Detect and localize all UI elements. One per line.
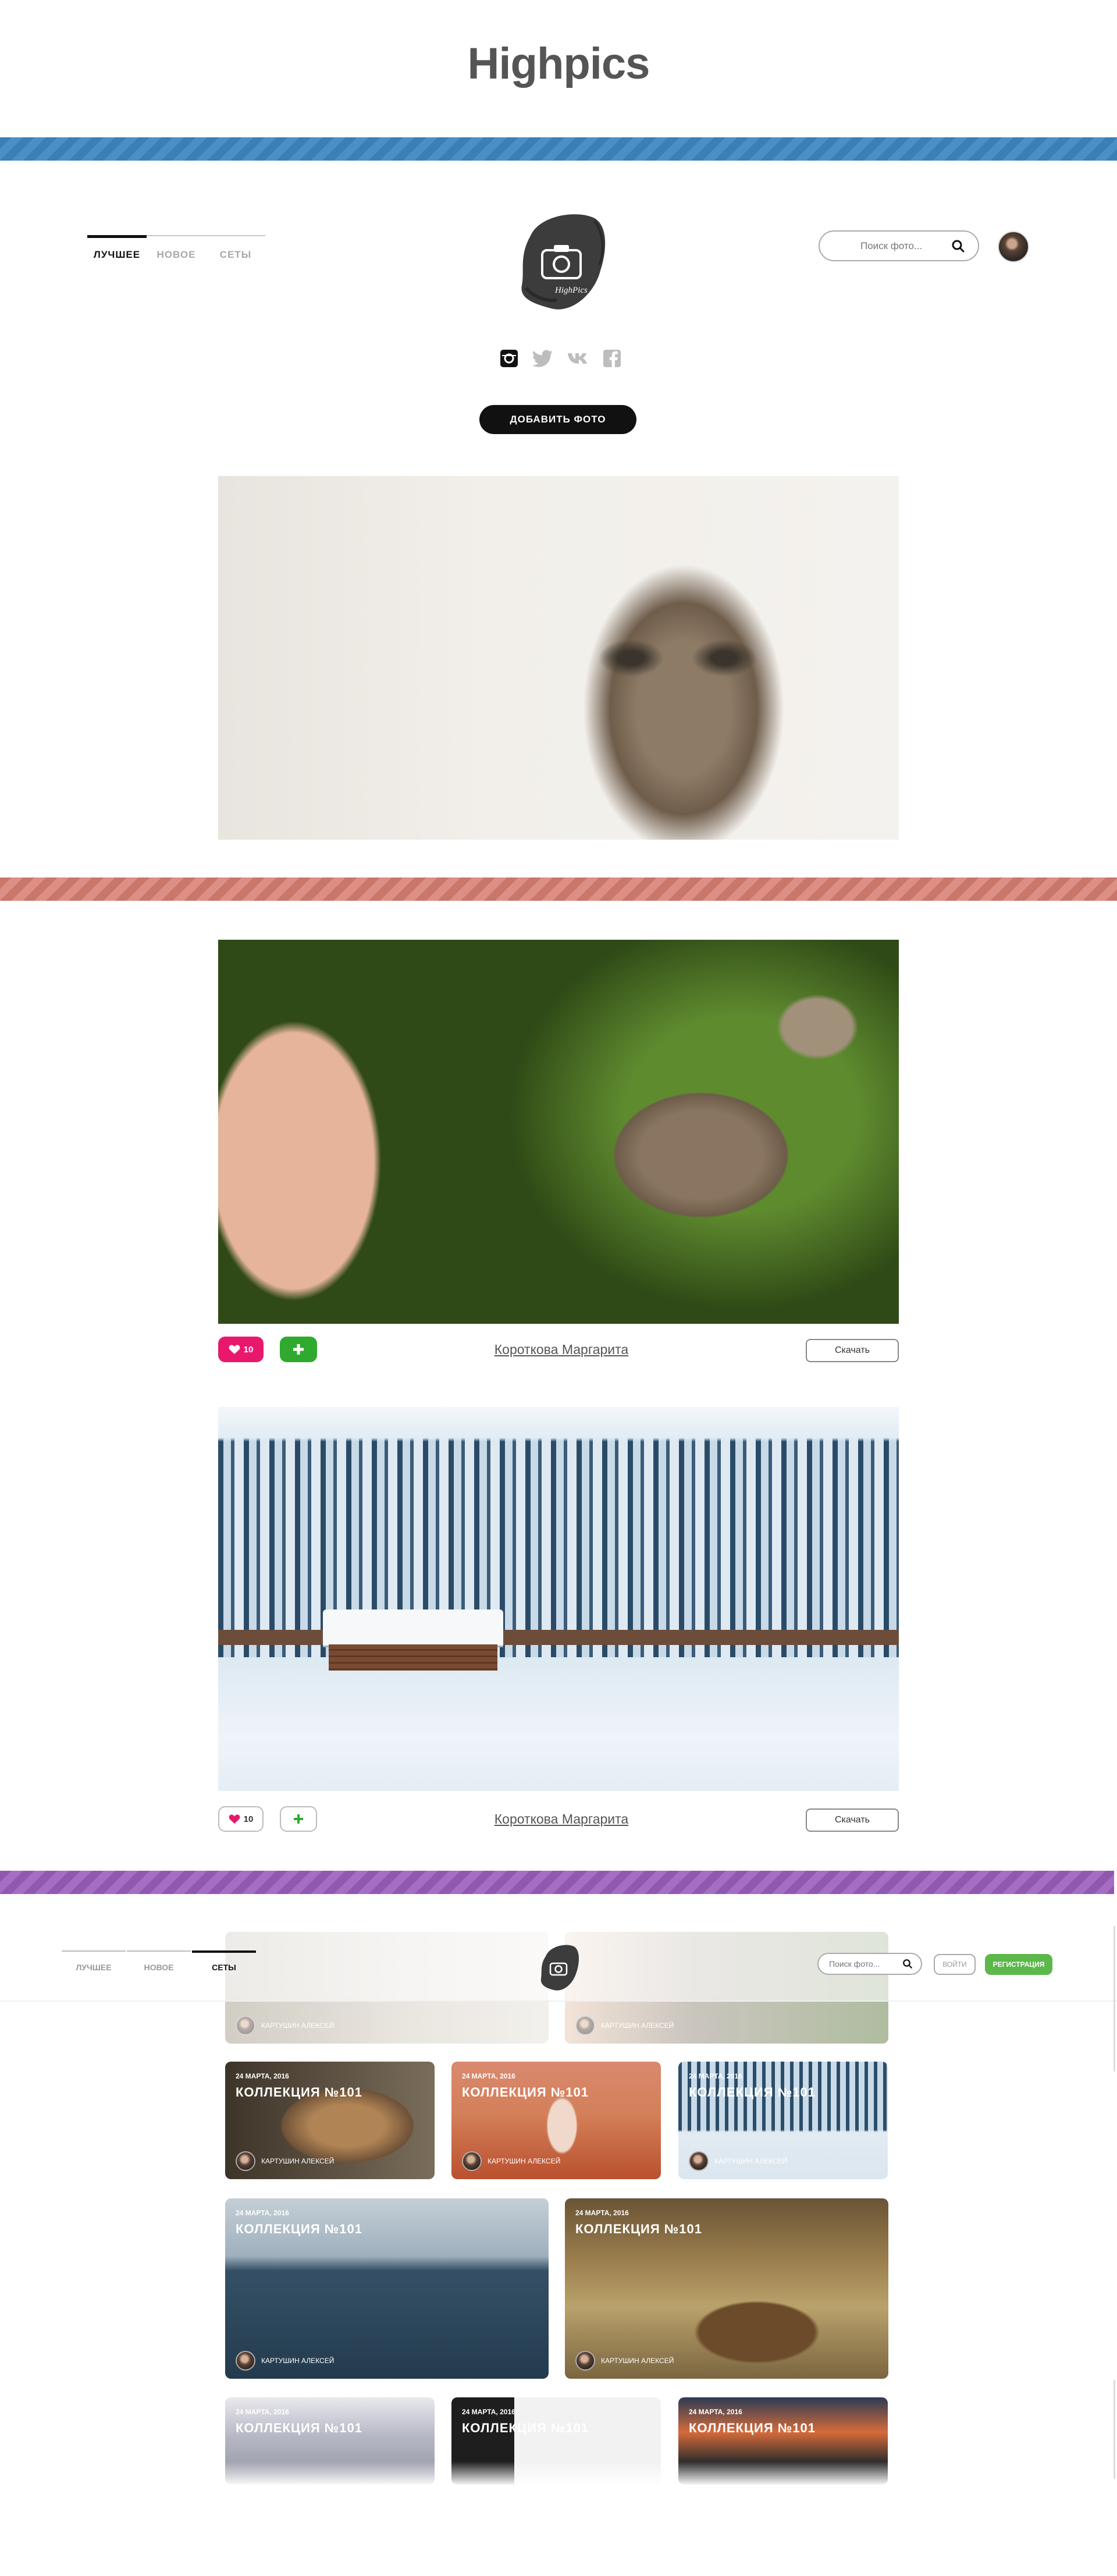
red-stripe-divider	[0, 877, 1117, 901]
add-to-set-button[interactable]	[280, 1337, 317, 1362]
register-button[interactable]: РЕГИСТРАЦИЯ	[985, 1954, 1052, 1975]
card-title: КОЛЛЕКЦИЯ №101	[236, 2222, 363, 2236]
cabin	[323, 1609, 503, 1671]
search-icon[interactable]	[902, 1959, 913, 1969]
site-title: Highpics	[467, 39, 650, 88]
blue-stripe-divider	[0, 137, 1117, 161]
download-button[interactable]: Скачать	[806, 1808, 899, 1832]
tab-sets[interactable]: СЕТЫ	[192, 1950, 256, 1972]
scrollbar-track[interactable]	[1114, 2380, 1115, 2479]
card-title: КОЛЛЕКЦИЯ №101	[689, 2085, 816, 2099]
set-card[interactable]: 24 МАРТА, 2016 КОЛЛЕКЦИЯ №101 КАРТУШИН А…	[225, 2062, 435, 2179]
photo-actions: 10 Короткова Маргарита Скачать	[218, 1806, 899, 1833]
card-author: КАРТУШИН АЛЕКСЕЙ	[261, 2021, 335, 2030]
author-avatar	[575, 2016, 595, 2035]
logo-text: HighPics	[554, 286, 588, 295]
card-title: КОЛЛЕКЦИЯ №101	[689, 2421, 816, 2435]
heart-icon	[229, 1814, 240, 1824]
add-photo-button[interactable]: ДОБАВИТЬ ФОТО	[479, 405, 636, 434]
author-avatar	[236, 2351, 255, 2371]
card-date: 24 МАРТА, 2016	[236, 2209, 289, 2217]
twitter-icon[interactable]	[532, 347, 554, 369]
tab-best[interactable]: ЛУЧШЕЕ	[62, 1950, 126, 1972]
set-card[interactable]: 24 МАРТА, 2016 КОЛЛЕКЦИЯ №101 КАРТУШИН А…	[451, 2062, 661, 2179]
site-logo[interactable]: HighPics	[507, 201, 612, 320]
card-date: 24 МАРТА, 2016	[236, 2408, 289, 2416]
login-button[interactable]: ВОЙТИ	[934, 1954, 976, 1975]
card-date: 24 МАРТА, 2016	[236, 2072, 289, 2080]
search-input[interactable]	[829, 1959, 899, 1969]
site-logo-small[interactable]	[535, 1939, 581, 1997]
card-date: 24 МАРТА, 2016	[462, 2408, 515, 2416]
tab-new[interactable]: НОВОЕ	[147, 235, 206, 261]
author-avatar	[689, 2151, 709, 2171]
instagram-icon[interactable]	[498, 347, 520, 369]
plus-icon	[294, 1814, 303, 1824]
add-to-set-button[interactable]	[280, 1806, 317, 1832]
card-date: 24 МАРТА, 2016	[462, 2072, 515, 2080]
like-button[interactable]: 10	[218, 1806, 264, 1832]
author-avatar	[236, 2151, 255, 2171]
heart-icon	[229, 1345, 240, 1354]
search-icon[interactable]	[951, 239, 965, 253]
like-count: 10	[243, 1814, 254, 1824]
photo-bird[interactable]	[218, 940, 899, 1324]
bottom-fade	[221, 2461, 896, 2486]
author-avatar	[575, 2351, 595, 2371]
page: Highpics ЛУЧШЕЕ НОВОЕ СЕТЫ HighPics Поис…	[0, 0, 1117, 2576]
set-card[interactable]: 24 МАРТА, 2016 КОЛЛЕКЦИЯ №101 КАРТУШИН А…	[678, 2062, 888, 2179]
card-title: КОЛЛЕКЦИЯ №101	[462, 2085, 589, 2099]
photo-snowy-forest[interactable]	[218, 1407, 899, 1791]
card-date: 24 МАРТА, 2016	[689, 2072, 742, 2080]
tab-new[interactable]: НОВОЕ	[127, 1950, 191, 1972]
snow-field	[218, 1657, 899, 1791]
card-title: КОЛЛЕКЦИЯ №101	[236, 2085, 363, 2099]
photo-author-link[interactable]: Короткова Маргарита	[486, 1342, 637, 1358]
author-avatar	[236, 2016, 255, 2035]
card-title: КОЛЛЕКЦИЯ №101	[462, 2421, 589, 2435]
like-button[interactable]: 10	[218, 1337, 264, 1362]
card-author: КАРТУШИН АЛЕКСЕЙ	[488, 2157, 561, 2165]
user-avatar[interactable]	[998, 231, 1029, 262]
photo-author-link[interactable]: Короткова Маргарита	[486, 1811, 637, 1827]
search-box-small[interactable]	[817, 1953, 922, 1975]
card-author: КАРТУШИН АЛЕКСЕЙ	[601, 2357, 674, 2365]
main-tabs: ЛУЧШЕЕ НОВОЕ СЕТЫ	[87, 235, 265, 261]
card-author: КАРТУШИН АЛЕКСЕЙ	[261, 2157, 335, 2165]
card-author: КАРТУШИН АЛЕКСЕЙ	[601, 2021, 674, 2030]
like-count: 10	[243, 1344, 254, 1355]
author-avatar	[462, 2151, 482, 2171]
card-date: 24 МАРТА, 2016	[689, 2408, 742, 2416]
social-links	[498, 347, 623, 369]
card-date: 24 МАРТА, 2016	[575, 2209, 629, 2217]
card-author: КАРТУШИН АЛЕКСЕЙ	[261, 2357, 335, 2365]
set-card[interactable]: 24 МАРТА, 2016 КОЛЛЕКЦИЯ №101 КАРТУШИН А…	[565, 2198, 888, 2379]
search-input[interactable]	[860, 240, 948, 252]
vk-icon[interactable]	[567, 347, 589, 369]
sets-tabs: ЛУЧШЕЕ НОВОЕ СЕТЫ	[62, 1950, 257, 1972]
card-author: КАРТУШИН АЛЕКСЕЙ	[714, 2157, 788, 2165]
card-title: КОЛЛЕКЦИЯ №101	[575, 2222, 703, 2236]
tab-best[interactable]: ЛУЧШЕЕ	[87, 235, 147, 261]
facebook-icon[interactable]	[601, 347, 623, 369]
tab-sets[interactable]: СЕТЫ	[206, 235, 265, 261]
photo-actions: 10 Короткова Маргарита Скачать	[218, 1337, 899, 1363]
purple-stripe-divider	[0, 1871, 1114, 1894]
search-box[interactable]	[819, 230, 979, 261]
photo-cat[interactable]	[218, 476, 899, 840]
set-card[interactable]: 24 МАРТА, 2016 КОЛЛЕКЦИЯ №101 КАРТУШИН А…	[225, 2198, 549, 2379]
download-button[interactable]: Скачать	[806, 1339, 899, 1362]
scrollbar-track[interactable]	[1114, 1926, 1115, 2072]
card-title: КОЛЛЕКЦИЯ №101	[236, 2421, 363, 2435]
plus-icon	[293, 1344, 304, 1355]
